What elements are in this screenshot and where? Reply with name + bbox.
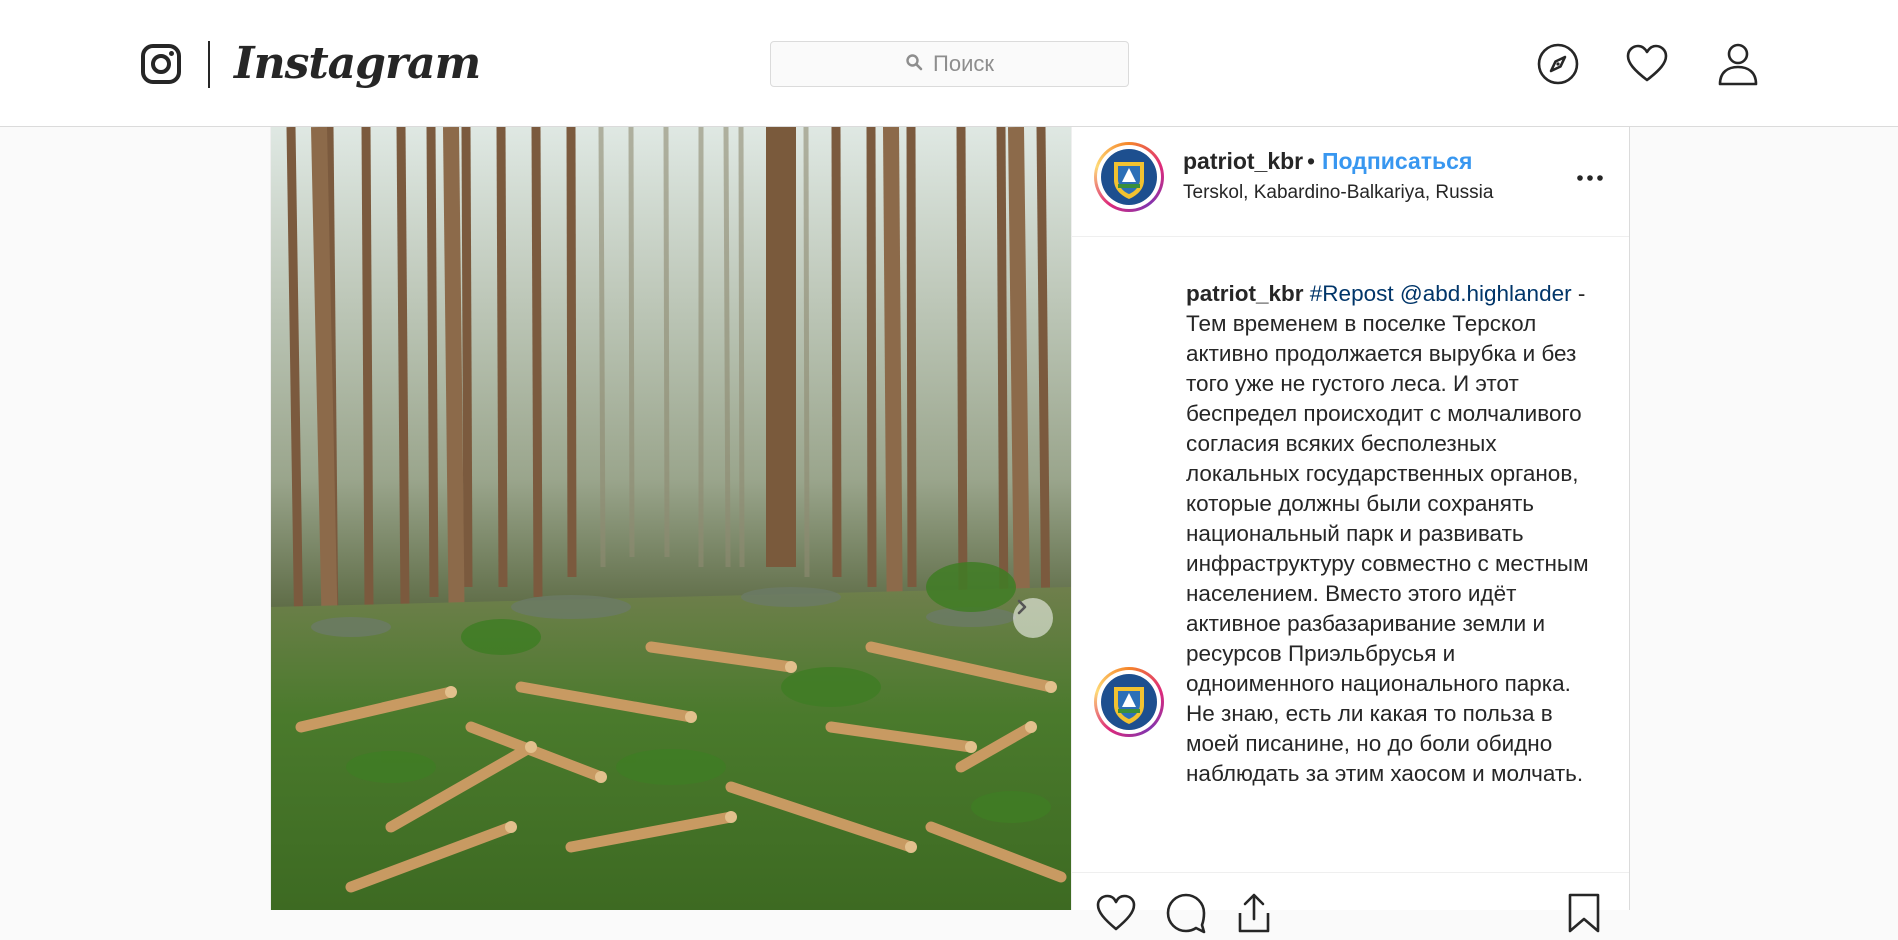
separator-dot: • — [1307, 148, 1316, 174]
post-photo[interactable] — [271, 127, 1071, 910]
emblem-icon — [1101, 149, 1157, 205]
post-actions-bar — [1072, 872, 1629, 934]
save-bookmark-icon[interactable] — [1562, 891, 1606, 935]
search-box[interactable]: Поиск — [770, 41, 1129, 87]
logo-divider — [208, 41, 210, 88]
post-sidebar: patriot_kbr • Подписаться Terskol, Kabar… — [1071, 127, 1629, 934]
caption-mention[interactable]: @abd.highlander — [1400, 281, 1572, 306]
explore-compass-icon[interactable] — [1535, 41, 1581, 87]
profile-person-icon[interactable] — [1715, 41, 1761, 87]
post-header: patriot_kbr • Подписаться Terskol, Kabar… — [1072, 127, 1629, 237]
comment-bubble-icon[interactable] — [1164, 891, 1208, 935]
post-card: patriot_kbr • Подписаться Terskol, Kabar… — [270, 127, 1630, 934]
chevron-right-icon — [1017, 599, 1027, 615]
author-avatar[interactable] — [1094, 142, 1164, 212]
next-photo-button[interactable] — [1013, 598, 1053, 638]
activity-heart-icon[interactable] — [1624, 41, 1670, 87]
post-location[interactable]: Terskol, Kabardino-Balkariya, Russia — [1183, 182, 1493, 204]
author-username[interactable]: patriot_kbr — [1183, 148, 1303, 175]
share-icon[interactable] — [1232, 891, 1276, 935]
emblem-icon — [1101, 674, 1157, 730]
caption-username[interactable]: patriot_kbr — [1186, 281, 1304, 306]
search-input[interactable] — [771, 42, 1128, 86]
caption-author-avatar[interactable] — [1094, 667, 1164, 737]
like-heart-icon[interactable] — [1094, 891, 1138, 935]
follow-button[interactable]: Подписаться — [1322, 148, 1472, 175]
top-navigation-bar: Instagram Поиск — [0, 0, 1898, 127]
instagram-wordmark[interactable]: Instagram — [234, 36, 481, 92]
caption-text: - Тем временем в поселке Терскол активно… — [1186, 281, 1589, 786]
caption-hashtag[interactable]: #Repost — [1310, 281, 1394, 306]
instagram-glyph-icon[interactable] — [141, 44, 181, 84]
more-options-icon[interactable] — [1575, 163, 1605, 193]
post-caption: patriot_kbr #Repost @abd.highlander - Те… — [1186, 279, 1596, 789]
